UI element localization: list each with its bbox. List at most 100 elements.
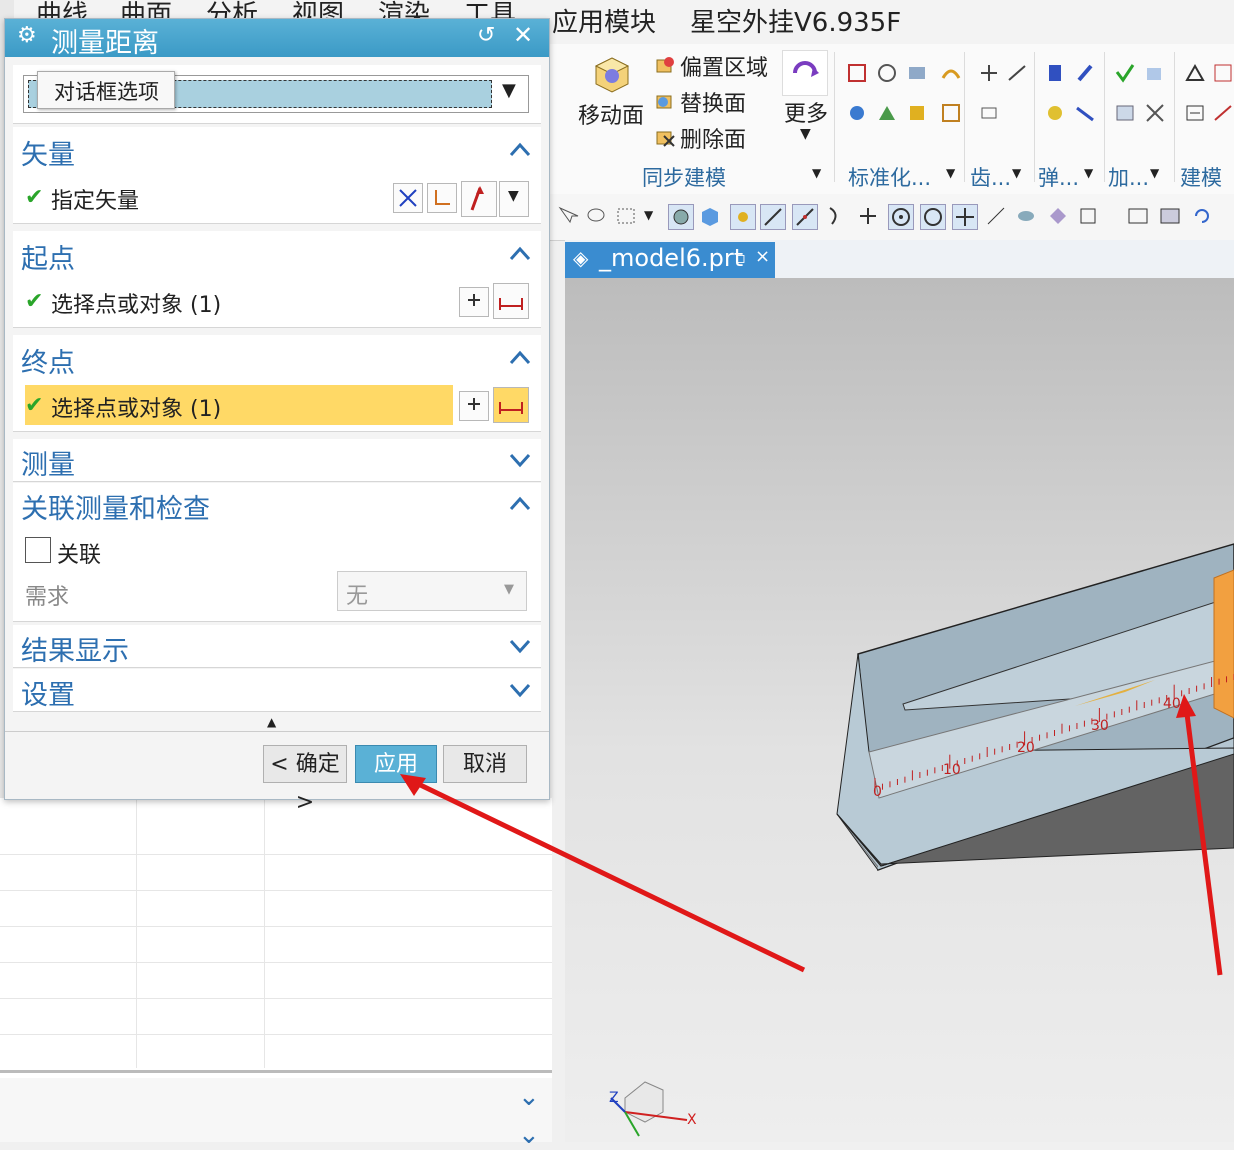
- end-select-label[interactable]: 选择点或对象 (1): [51, 391, 221, 423]
- vector-dialog-icon[interactable]: [461, 181, 497, 217]
- dialog-title-bar[interactable]: ⚙ 测量距离 ↺ ✕: [5, 19, 549, 59]
- move-face-icon[interactable]: [590, 52, 634, 96]
- apply-button[interactable]: 应用: [355, 745, 437, 783]
- expand-panel-icon-2[interactable]: ⌄: [518, 1120, 540, 1150]
- gear-tool-icon-2[interactable]: [1006, 62, 1028, 84]
- vector-csys-icon[interactable]: [427, 183, 457, 213]
- rectangle-select-icon[interactable]: [614, 204, 638, 228]
- group-sync-dropdown-icon[interactable]: ▼: [812, 166, 821, 180]
- modeling-icon-2[interactable]: [1212, 62, 1234, 84]
- close-icon[interactable]: ✕: [513, 21, 533, 49]
- start-section-title[interactable]: 起点: [21, 237, 75, 276]
- more-dropdown-icon[interactable]: ▼: [800, 126, 811, 142]
- assoc-section-title[interactable]: 关联测量和检查: [21, 487, 210, 526]
- std-icon-3[interactable]: [906, 62, 928, 84]
- snap-face-icon[interactable]: [668, 204, 694, 230]
- point-snap-icon[interactable]: [493, 387, 529, 423]
- requirement-dropdown-icon[interactable]: ▼: [504, 582, 514, 597]
- gear-tool-icon-1[interactable]: [978, 62, 1000, 84]
- end-section-title[interactable]: 终点: [21, 341, 75, 380]
- expand-chevron-icon[interactable]: [507, 677, 533, 703]
- settings-section-title[interactable]: 设置: [21, 673, 75, 712]
- collapse-dialog-icon[interactable]: ▲: [267, 715, 276, 729]
- spring-icon-4[interactable]: [1074, 102, 1096, 124]
- std-icon-7[interactable]: [906, 102, 928, 124]
- expand-panel-icon[interactable]: ⌄: [518, 1082, 540, 1112]
- dropdown-arrow-icon[interactable]: ▼: [502, 80, 516, 101]
- spring-icon-3[interactable]: [1044, 102, 1066, 124]
- snap-intersection-icon[interactable]: [952, 204, 978, 230]
- select-dropdown-icon[interactable]: ▼: [644, 208, 653, 222]
- machining-icon-1[interactable]: [1114, 62, 1136, 84]
- delete-face-icon[interactable]: [654, 126, 676, 148]
- std-icon-6[interactable]: [876, 102, 898, 124]
- expand-chevron-icon[interactable]: [507, 633, 533, 659]
- std-icon-8[interactable]: [940, 102, 962, 124]
- collapse-chevron-icon[interactable]: [507, 137, 533, 163]
- view-icon-1[interactable]: [1126, 204, 1150, 228]
- replace-face-icon[interactable]: [654, 90, 676, 112]
- snap-perpendicular-icon[interactable]: [856, 204, 880, 228]
- vector-section-title[interactable]: 矢量: [21, 133, 75, 172]
- gear-tool-icon-3[interactable]: [978, 102, 1000, 124]
- collapse-chevron-icon[interactable]: [507, 345, 533, 371]
- solid-body-icon[interactable]: [698, 204, 722, 228]
- snap-surface-icon[interactable]: [1014, 204, 1038, 228]
- select-icon[interactable]: [556, 204, 580, 228]
- offset-region-label[interactable]: 偏置区域: [680, 50, 768, 82]
- vector-type-dropdown[interactable]: ▼: [499, 181, 529, 217]
- replace-face-label[interactable]: 替换面: [680, 86, 746, 118]
- snap-line-icon[interactable]: [760, 204, 786, 230]
- triangle-icon[interactable]: [1184, 62, 1206, 84]
- reset-icon[interactable]: ↺: [477, 23, 495, 48]
- snap-tangent-icon[interactable]: [984, 204, 1008, 228]
- point-dialog-icon[interactable]: [459, 287, 489, 317]
- tab-model6[interactable]: ◈ _model6.prt ▫ ×: [565, 242, 775, 278]
- machining-icon-2[interactable]: [1144, 62, 1166, 84]
- delete-face-label[interactable]: 删除面: [680, 122, 746, 154]
- vector-swap-icon[interactable]: [393, 183, 423, 213]
- point-snap-icon[interactable]: [493, 283, 529, 319]
- ok-button[interactable]: < 确定 >: [263, 745, 347, 815]
- refresh-view-icon[interactable]: [1190, 204, 1214, 228]
- std-icon-1[interactable]: [846, 62, 868, 84]
- snap-midpoint-icon[interactable]: [792, 204, 818, 230]
- snap-center-icon[interactable]: [888, 204, 914, 230]
- view-icon-2[interactable]: [1158, 204, 1182, 228]
- snap-all-icon[interactable]: [730, 204, 756, 230]
- modeling-icon-3[interactable]: [1184, 102, 1206, 124]
- snap-grid-icon[interactable]: [1076, 204, 1100, 228]
- snap-bounded-icon[interactable]: [1046, 204, 1070, 228]
- graphics-viewport[interactable]: 0 10 20 30 40 X Z: [565, 278, 1234, 1142]
- std-icon-5[interactable]: [846, 102, 868, 124]
- menu-app-modules[interactable]: 应用模块: [552, 2, 656, 39]
- group-gear-dropdown-icon[interactable]: ▼: [1012, 166, 1021, 180]
- more-icon[interactable]: [782, 50, 828, 96]
- cancel-button[interactable]: 取消: [443, 745, 527, 783]
- spring-icon-2[interactable]: [1074, 62, 1096, 84]
- collapse-chevron-icon[interactable]: [507, 491, 533, 517]
- collapse-chevron-icon[interactable]: [507, 241, 533, 267]
- expand-chevron-icon[interactable]: [507, 447, 533, 473]
- group-spring-dropdown-icon[interactable]: ▼: [1084, 166, 1093, 180]
- point-dialog-icon[interactable]: [459, 391, 489, 421]
- offset-region-icon[interactable]: [654, 54, 676, 76]
- associative-checkbox[interactable]: [25, 537, 51, 563]
- measure-section-title[interactable]: 测量: [21, 443, 75, 482]
- more-label[interactable]: 更多: [784, 96, 828, 128]
- lasso-icon[interactable]: [584, 204, 608, 228]
- result-section-title[interactable]: 结果显示: [21, 629, 129, 668]
- requirement-select[interactable]: 无 ▼: [337, 571, 527, 611]
- start-select-label[interactable]: 选择点或对象 (1): [51, 287, 221, 319]
- std-icon-2[interactable]: [876, 62, 898, 84]
- spring-icon-1[interactable]: [1044, 62, 1066, 84]
- machining-icon-3[interactable]: [1114, 102, 1136, 124]
- snap-circle-icon[interactable]: [920, 204, 946, 230]
- machining-icon-4[interactable]: [1144, 102, 1166, 124]
- std-icon-4[interactable]: [940, 62, 962, 84]
- snap-curve-icon[interactable]: [824, 204, 848, 228]
- group-std-dropdown-icon[interactable]: ▼: [946, 166, 955, 180]
- tab-pin-icon[interactable]: ▫: [735, 248, 746, 267]
- move-face-label[interactable]: 移动面: [578, 98, 644, 130]
- menu-plugin[interactable]: 星空外挂V6.935F: [690, 2, 901, 39]
